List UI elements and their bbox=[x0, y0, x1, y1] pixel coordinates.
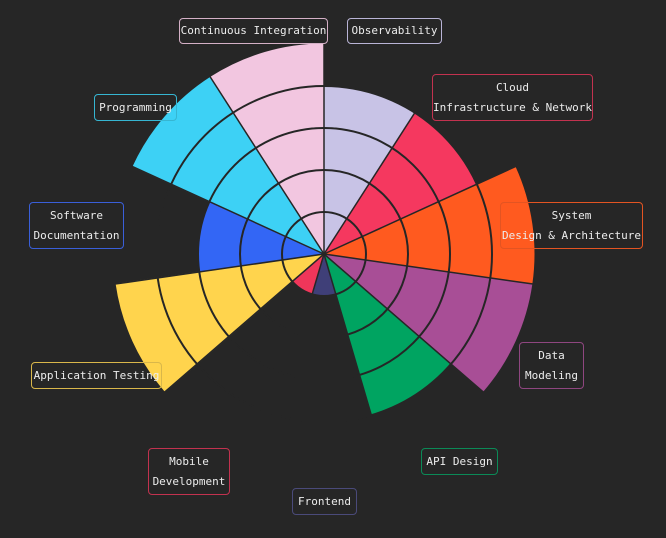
label-system-design: System Design & Architecture bbox=[500, 202, 643, 249]
label-ci-text: Continuous Integration bbox=[180, 24, 327, 37]
label-software-documentation: Software Documentation bbox=[29, 202, 124, 249]
label-testing-text: Application Testing bbox=[33, 368, 160, 382]
label-programming: Programming bbox=[94, 94, 177, 121]
label-frontend-text: Frontend bbox=[298, 494, 351, 508]
label-frontend: Frontend bbox=[292, 488, 357, 515]
label-mobile-development: Mobile Development bbox=[148, 448, 230, 495]
label-cloud-line2: Infrastructure & Network bbox=[433, 100, 592, 114]
label-continuous-integration: Continuous Integration bbox=[179, 18, 328, 44]
label-observability-text: Observability bbox=[351, 24, 438, 37]
label-observability: Observability bbox=[347, 18, 442, 44]
label-software-line2: Documentation bbox=[33, 228, 120, 242]
label-application-testing: Application Testing bbox=[31, 362, 162, 389]
label-cloud-line1: Cloud bbox=[495, 80, 530, 94]
label-programming-text: Programming bbox=[99, 100, 172, 114]
label-mobile-line2: Development bbox=[152, 474, 226, 488]
label-api-design: API Design bbox=[421, 448, 498, 475]
label-system-line2: Design & Architecture bbox=[501, 228, 642, 242]
label-data-line2: Modeling bbox=[525, 368, 578, 382]
label-system-line1: System bbox=[551, 208, 592, 222]
label-mobile-line1: Mobile bbox=[169, 454, 209, 468]
label-data-line1: Data bbox=[538, 348, 565, 362]
label-api-text: API Design bbox=[426, 454, 493, 468]
label-data-modeling: Data Modeling bbox=[519, 342, 584, 389]
label-cloud-infrastructure: Cloud Infrastructure & Network bbox=[432, 74, 593, 121]
label-software-line1: Software bbox=[50, 208, 103, 222]
